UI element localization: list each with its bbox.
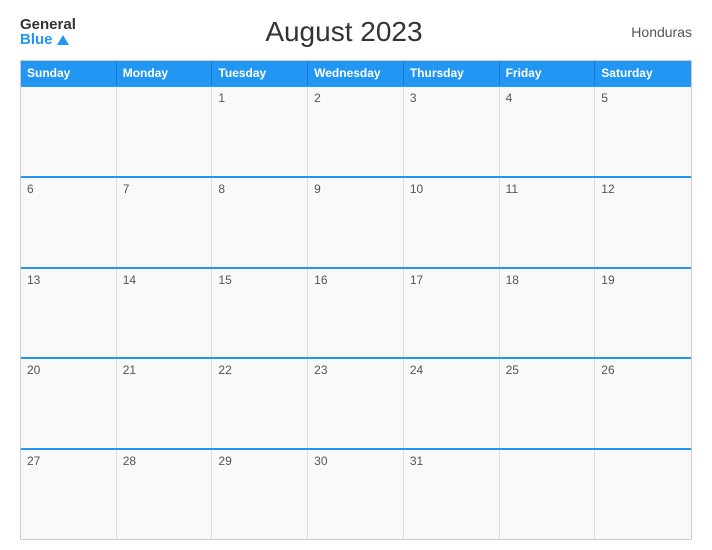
day-number: 13	[27, 273, 110, 287]
logo-triangle-icon	[57, 35, 69, 45]
week-row-3: 13 14 15 16 17 18 19	[21, 267, 691, 358]
logo: General Blue	[20, 17, 76, 47]
day-number: 6	[27, 182, 110, 196]
weeks-container: 1234567891011121314151617181920212223242…	[21, 85, 691, 539]
day-cell: 15	[212, 269, 308, 358]
day-number: 19	[601, 273, 685, 287]
day-number: 29	[218, 454, 301, 468]
day-number: 24	[410, 363, 493, 377]
day-number: 28	[123, 454, 206, 468]
day-number: 5	[601, 91, 685, 105]
day-number: 2	[314, 91, 397, 105]
day-cell: 27	[21, 450, 117, 539]
logo-general-text: General	[20, 17, 76, 32]
day-cell: 9	[308, 178, 404, 267]
day-number: 9	[314, 182, 397, 196]
days-header-row: SundayMondayTuesdayWednesdayThursdayFrid…	[21, 61, 691, 85]
day-cell: 21	[117, 359, 213, 448]
day-cell: 17	[404, 269, 500, 358]
day-number: 22	[218, 363, 301, 377]
day-number: 31	[410, 454, 493, 468]
day-cell: 24	[404, 359, 500, 448]
day-cell: 22	[212, 359, 308, 448]
day-number: 26	[601, 363, 685, 377]
day-number: 7	[123, 182, 206, 196]
day-cell: 14	[117, 269, 213, 358]
day-cell: 23	[308, 359, 404, 448]
day-cell: 2	[308, 87, 404, 176]
calendar-page: General Blue August 2023 Honduras Sunday…	[0, 0, 712, 550]
day-cell: 8	[212, 178, 308, 267]
day-cell: 13	[21, 269, 117, 358]
day-cell	[117, 87, 213, 176]
day-number: 16	[314, 273, 397, 287]
day-cell: 29	[212, 450, 308, 539]
day-header-wednesday: Wednesday	[308, 61, 404, 85]
day-cell: 30	[308, 450, 404, 539]
day-cell: 31	[404, 450, 500, 539]
day-number: 11	[506, 182, 589, 196]
calendar-grid: SundayMondayTuesdayWednesdayThursdayFrid…	[20, 60, 692, 540]
day-cell: 16	[308, 269, 404, 358]
day-cell: 28	[117, 450, 213, 539]
day-header-sunday: Sunday	[21, 61, 117, 85]
day-number: 18	[506, 273, 589, 287]
day-number: 17	[410, 273, 493, 287]
day-cell: 18	[500, 269, 596, 358]
week-row-5: 27 28 29 30 31	[21, 448, 691, 539]
day-number: 23	[314, 363, 397, 377]
day-number: 20	[27, 363, 110, 377]
day-cell: 25	[500, 359, 596, 448]
page-title: August 2023	[265, 16, 422, 48]
day-cell: 10	[404, 178, 500, 267]
day-cell	[500, 450, 596, 539]
day-number: 3	[410, 91, 493, 105]
day-header-friday: Friday	[500, 61, 596, 85]
day-number: 21	[123, 363, 206, 377]
day-cell: 1	[212, 87, 308, 176]
day-number: 12	[601, 182, 685, 196]
week-row-4: 20 21 22 23 24 25 26	[21, 357, 691, 448]
day-cell: 4	[500, 87, 596, 176]
day-number: 4	[506, 91, 589, 105]
day-header-tuesday: Tuesday	[212, 61, 308, 85]
day-header-saturday: Saturday	[595, 61, 691, 85]
day-cell: 6	[21, 178, 117, 267]
week-row-2: 6789 10 11 12	[21, 176, 691, 267]
week-row-1: 12345	[21, 85, 691, 176]
day-number: 15	[218, 273, 301, 287]
page-header: General Blue August 2023 Honduras	[20, 16, 692, 48]
day-number: 25	[506, 363, 589, 377]
day-number: 27	[27, 454, 110, 468]
day-cell: 11	[500, 178, 596, 267]
day-number: 14	[123, 273, 206, 287]
day-cell	[21, 87, 117, 176]
day-cell: 19	[595, 269, 691, 358]
day-header-monday: Monday	[117, 61, 213, 85]
day-number: 30	[314, 454, 397, 468]
day-cell: 3	[404, 87, 500, 176]
day-cell: 26	[595, 359, 691, 448]
country-label: Honduras	[612, 24, 692, 40]
logo-blue-text: Blue	[20, 32, 76, 47]
day-cell	[595, 450, 691, 539]
day-number: 10	[410, 182, 493, 196]
day-cell: 12	[595, 178, 691, 267]
day-header-thursday: Thursday	[404, 61, 500, 85]
day-number: 8	[218, 182, 301, 196]
day-number: 1	[218, 91, 301, 105]
day-cell: 5	[595, 87, 691, 176]
day-cell: 20	[21, 359, 117, 448]
day-cell: 7	[117, 178, 213, 267]
